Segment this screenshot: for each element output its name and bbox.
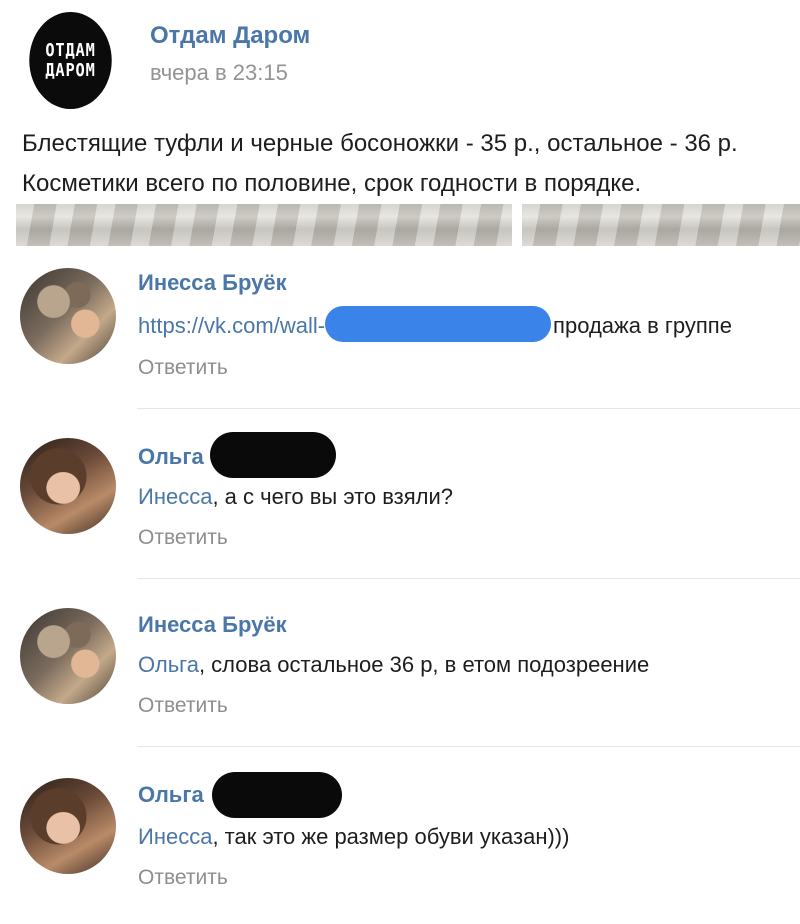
comment-author[interactable]: Инесса Бруёк — [138, 612, 287, 638]
reply-button[interactable]: Ответить — [138, 526, 228, 550]
avatar[interactable] — [20, 438, 116, 534]
comment-text-rest: , так это же размер обуви указан))) — [212, 824, 570, 849]
comment-text: https://vk.com/wall-продажа в группе — [138, 306, 732, 342]
reply-button[interactable]: Ответить — [138, 356, 228, 380]
post-text-line2: Косметики всего по половине, срок годнос… — [22, 170, 642, 197]
post-photo-2[interactable] — [522, 204, 800, 246]
comment-author[interactable]: Ольга — [138, 444, 204, 470]
group-name-link[interactable]: Отдам Даром — [150, 22, 310, 50]
comment-link[interactable]: https://vk.com/wall- — [138, 313, 325, 338]
group-avatar-line2: ДАРОМ — [45, 59, 96, 81]
divider — [137, 408, 800, 409]
group-avatar-line1: ОТДАМ — [45, 39, 96, 61]
avatar[interactable] — [20, 268, 116, 364]
comment-text: Инесса, а с чего вы это взяли? — [138, 484, 453, 510]
comment-text-rest: , а с чего вы это взяли? — [212, 484, 454, 509]
comment-item: Ольга Инесса, так это же размер обуви ук… — [0, 764, 800, 924]
divider — [137, 578, 800, 579]
comment-mention[interactable]: Инесса — [138, 484, 212, 509]
comment-mention[interactable]: Ольга — [138, 652, 199, 677]
comment-author[interactable]: Инесса Бруёк — [138, 270, 287, 296]
comment-item: Инесса Бруёк https://vk.com/wall-продажа… — [0, 262, 800, 422]
comment-text: Инесса, так это же размер обуви указан))… — [138, 824, 569, 850]
redaction-mark — [210, 432, 336, 478]
avatar[interactable] — [20, 608, 116, 704]
redaction-mark — [212, 772, 342, 818]
divider — [137, 746, 800, 747]
comment-item: Ольга Инесса, а с чего вы это взяли? Отв… — [0, 428, 800, 588]
redaction-mark — [325, 306, 552, 342]
post-photos — [16, 204, 800, 246]
post-header: ОТДАМ ДАРОМ Отдам Даром вчера в 23:15 — [22, 8, 782, 109]
reply-button[interactable]: Ответить — [138, 694, 228, 718]
comment-author[interactable]: Ольга — [138, 782, 204, 808]
comment-text: Ольга, слова остальное 36 р, в етом подо… — [138, 652, 649, 678]
comment-mention[interactable]: Инесса — [138, 824, 212, 849]
post-text: Блестящие туфли и черные босоножки - 35 … — [22, 124, 792, 204]
avatar[interactable] — [20, 778, 116, 874]
group-avatar[interactable]: ОТДАМ ДАРОМ — [29, 12, 112, 109]
post-text-line1: Блестящие туфли и черные босоножки - 35 … — [22, 130, 738, 157]
comment-item: Инесса Бруёк Ольга, слова остальное 36 р… — [0, 596, 800, 756]
comment-text-rest: продажа в группе — [553, 312, 732, 338]
reply-button[interactable]: Ответить — [138, 866, 228, 890]
comment-text-rest: , слова остальное 36 р, в етом подозреен… — [198, 652, 650, 677]
post-photo-1[interactable] — [16, 204, 512, 246]
post-timestamp[interactable]: вчера в 23:15 — [150, 60, 288, 86]
